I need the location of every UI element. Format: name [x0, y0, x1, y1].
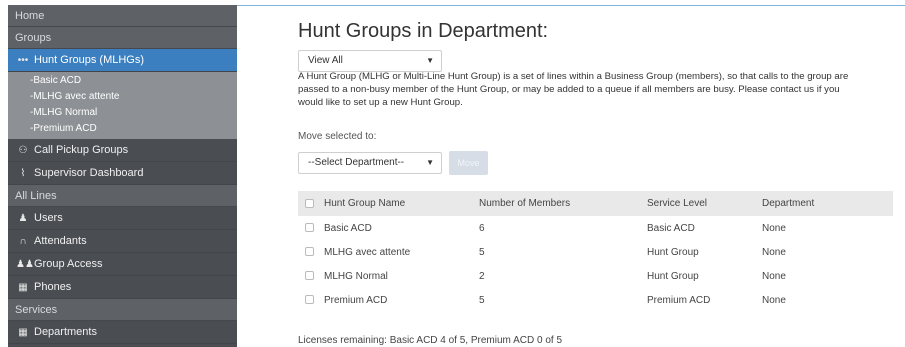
sidebar-item-label: Users [34, 211, 63, 224]
column-header-name[interactable]: Hunt Group Name [324, 191, 479, 216]
sidebar-item-label: Group Access [34, 257, 103, 270]
sidebar-item-users[interactable]: ♟ Users [8, 207, 237, 230]
sidebar: Home Groups ••• Hunt Groups (MLHGs) -Bas… [8, 5, 237, 347]
cell-members: 6 [479, 222, 485, 234]
cell-service-level: Hunt Group [647, 270, 699, 282]
sidebar-item-label: Attendants [34, 234, 87, 247]
cell-service-level: Premium ACD [647, 294, 711, 306]
app-frame: Home Groups ••• Hunt Groups (MLHGs) -Bas… [0, 0, 905, 347]
sidebar-section-all-lines[interactable]: All Lines [8, 185, 237, 207]
cell-members: 5 [479, 294, 485, 306]
hunt-groups-submenu: -Basic ACD -MLHG avec attente -MLHG Norm… [8, 72, 237, 139]
sidebar-item-group-access[interactable]: ♟♟ Group Access [8, 253, 237, 276]
row-checkbox[interactable] [305, 223, 314, 233]
view-filter-select[interactable]: View All ▼ [298, 50, 442, 72]
licenses-remaining: Licenses remaining: Basic ACD 4 of 5, Pr… [298, 335, 563, 346]
column-header-members[interactable]: Number of Members [479, 191, 647, 216]
dots-icon: ••• [17, 54, 29, 66]
select-value: View All [308, 55, 343, 66]
cell-service-level: Hunt Group [647, 246, 699, 258]
sidebar-item-supervisor-dashboard[interactable]: ⌇ Supervisor Dashboard [8, 162, 237, 185]
sidebar-item-phones[interactable]: ▦ Phones [8, 276, 237, 299]
cell-name[interactable]: MLHG avec attente [324, 240, 479, 264]
hunt-groups-table: Hunt Group Name Number of Members Servic… [298, 191, 893, 312]
sidebar-subitem-mlhg-normal[interactable]: -MLHG Normal [8, 105, 237, 121]
caret-down-icon: ▼ [426, 56, 434, 65]
cell-members: 5 [479, 246, 485, 258]
table-row: Basic ACD 6 Basic ACD None [298, 216, 893, 240]
sidebar-subitem-basic-acd[interactable]: -Basic ACD [8, 73, 237, 89]
caret-down-icon: ▼ [426, 158, 434, 167]
cell-name[interactable]: Basic ACD [324, 216, 479, 240]
table-header-row: Hunt Group Name Number of Members Servic… [298, 191, 893, 216]
table-row: Premium ACD 5 Premium ACD None [298, 288, 893, 312]
cell-department: None [762, 294, 786, 306]
cell-department: None [762, 270, 786, 282]
select-all-checkbox[interactable] [305, 198, 314, 208]
sidebar-item-label: Hunt Groups (MLHGs) [34, 53, 145, 66]
sidebar-item-label: Call Pickup Groups [34, 143, 129, 156]
table-row: MLHG avec attente 5 Hunt Group None [298, 240, 893, 264]
line-chart-icon: ⌇ [20, 167, 26, 179]
sidebar-item-call-pickup[interactable]: ⚇ Call Pickup Groups [8, 139, 237, 162]
row-checkbox[interactable] [305, 247, 314, 257]
cell-name[interactable]: Premium ACD [324, 288, 479, 312]
sidebar-item-label: Phones [34, 280, 72, 293]
sidebar-section-services[interactable]: Services [8, 299, 237, 321]
org-chart-icon: ⚇ [18, 144, 28, 156]
column-header-department[interactable]: Department [762, 191, 893, 216]
headset-icon: ∩ [19, 235, 27, 247]
cell-name[interactable]: MLHG Normal [324, 264, 479, 288]
sidebar-subitem-mlhg-avec-attente[interactable]: -MLHG avec attente [8, 89, 237, 105]
sidebar-section-groups[interactable]: Groups [8, 27, 237, 49]
cell-members: 2 [479, 270, 485, 282]
page-title: Hunt Groups in Department: [298, 20, 549, 42]
sidebar-item-label: Departments [34, 325, 97, 338]
user-icon: ♟ [18, 212, 28, 224]
row-checkbox[interactable] [305, 271, 314, 281]
users-icon: ♟♟ [16, 258, 34, 270]
sidebar-item-hunt-groups[interactable]: ••• Hunt Groups (MLHGs) [8, 49, 237, 72]
sidebar-subitem-premium-acd[interactable]: -Premium ACD [8, 121, 237, 137]
cell-department: None [762, 222, 786, 234]
cell-service-level: Basic ACD [647, 222, 695, 234]
cell-department: None [762, 246, 786, 258]
select-value: --Select Department-- [308, 157, 405, 168]
move-button[interactable]: Move [449, 151, 488, 175]
phone-icon: ▦ [18, 281, 28, 293]
building-icon: ▦ [18, 326, 28, 338]
sidebar-item-home[interactable]: Home [8, 5, 237, 27]
sidebar-item-label: Supervisor Dashboard [34, 166, 144, 179]
sidebar-item-departments[interactable]: ▦ Departments [8, 321, 237, 344]
sidebar-item-attendants[interactable]: ∩ Attendants [8, 230, 237, 253]
department-select[interactable]: --Select Department-- ▼ [298, 152, 442, 174]
top-divider [237, 5, 905, 6]
row-checkbox[interactable] [305, 295, 314, 305]
move-label: Move selected to: [298, 131, 377, 142]
table-row: MLHG Normal 2 Hunt Group None [298, 264, 893, 288]
column-header-service-level[interactable]: Service Level [647, 191, 762, 216]
description-text: A Hunt Group (MLHG or Multi-Line Hunt Gr… [298, 71, 849, 108]
